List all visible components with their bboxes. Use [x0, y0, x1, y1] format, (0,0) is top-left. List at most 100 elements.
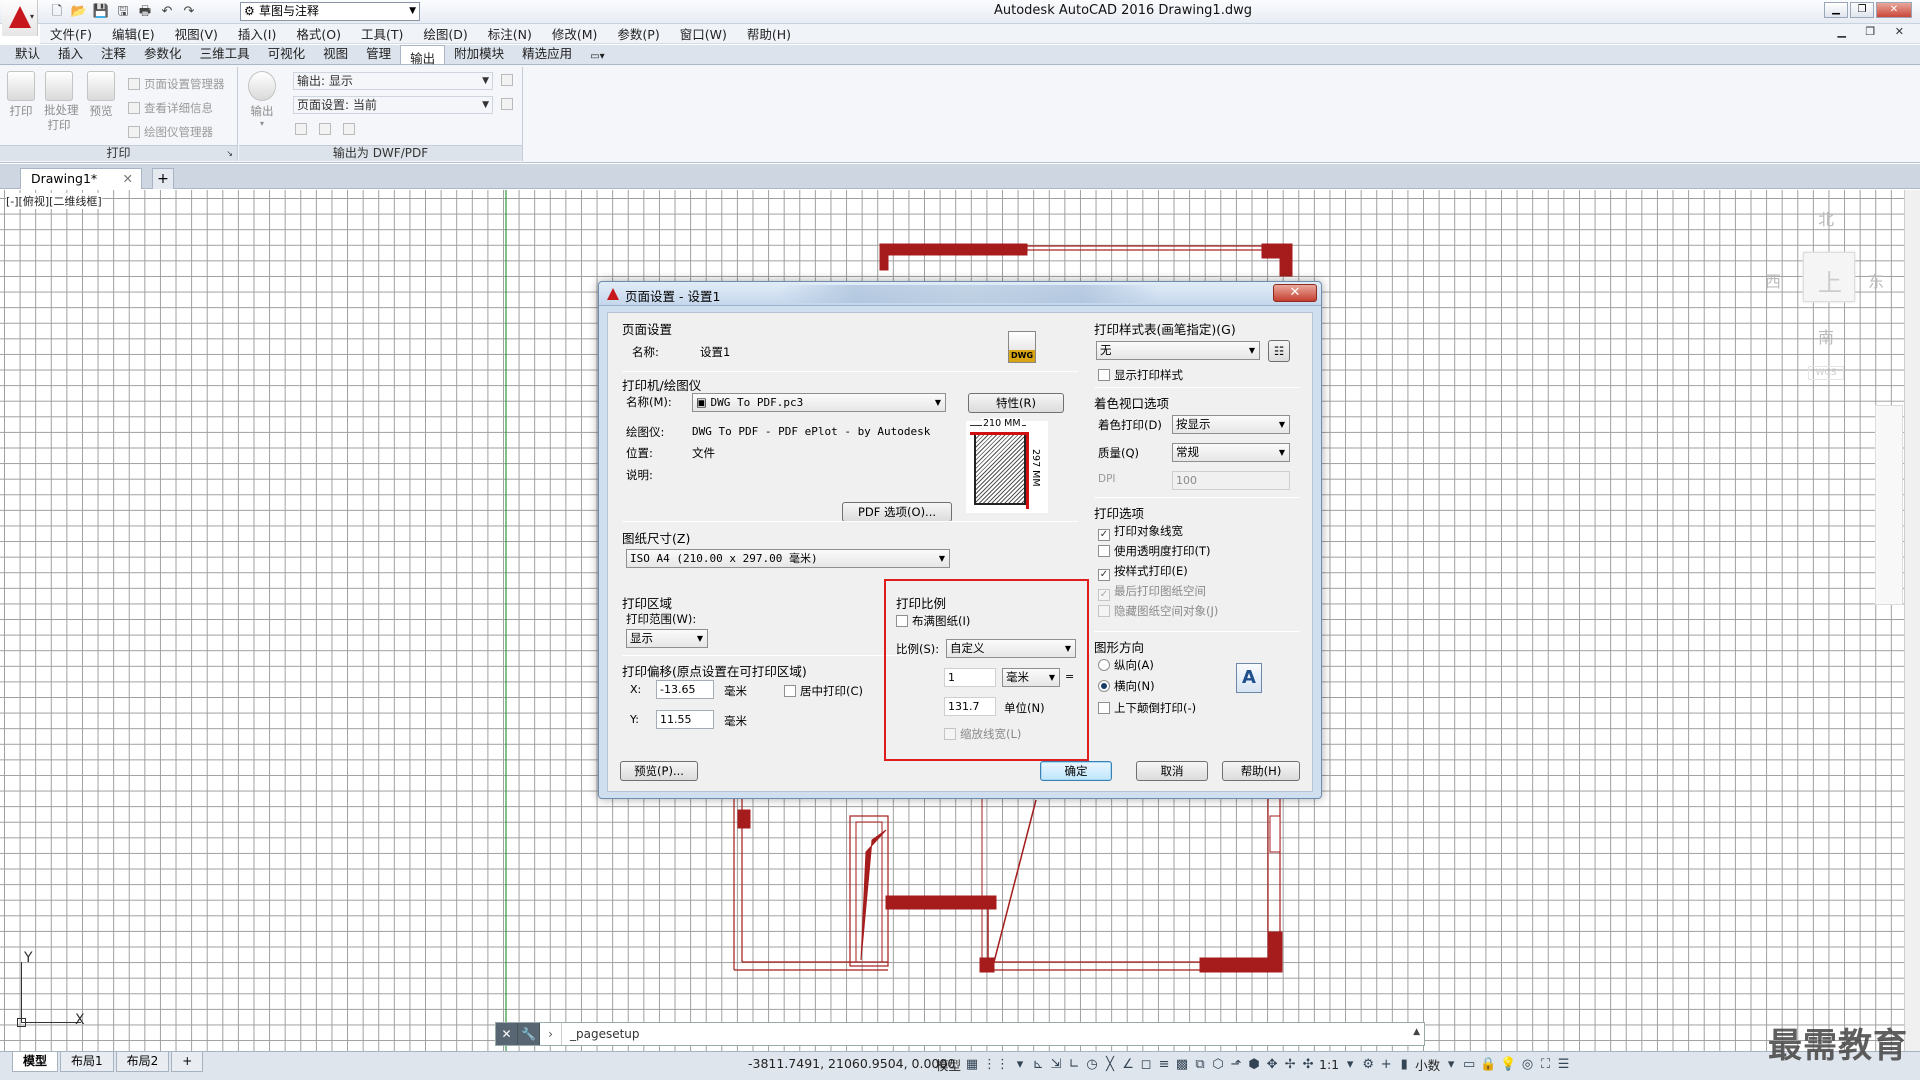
export-button[interactable]: 输出 ▾ — [247, 71, 277, 128]
menu-item[interactable]: 帮助(H) — [737, 24, 801, 43]
export-combo[interactable]: 输出: 显示 ▼ — [293, 72, 493, 90]
new-icon[interactable]: 🗋 — [48, 3, 66, 21]
ribbon-tab[interactable]: 精选应用 — [513, 41, 581, 64]
object-snap-icon[interactable]: ◻ — [1139, 1057, 1153, 1072]
3d-osnap-icon[interactable]: ⬡ — [1211, 1057, 1225, 1072]
landscape-radio[interactable]: 横向(N) — [1098, 678, 1155, 694]
show-plot-styles-checkbox[interactable]: 显示打印样式 — [1098, 367, 1183, 383]
annotation-visibility-icon[interactable]: ✢ — [1283, 1057, 1297, 1072]
dialog-launcher-icon[interactable]: ↘ — [226, 146, 233, 161]
plot-option-checkbox[interactable]: ✓ 最后打印图纸空间 — [1098, 583, 1206, 601]
annotation-monitor-icon[interactable]: + — [1379, 1057, 1393, 1072]
quality-select[interactable]: 常规 ▼ — [1172, 443, 1290, 462]
view-details-button[interactable]: 查看详细信息 — [128, 100, 213, 116]
isodraft-icon[interactable]: ╳ — [1103, 1057, 1117, 1072]
clean-screen-icon[interactable]: ⛶ — [1539, 1057, 1553, 1072]
offset-x-input[interactable]: -13.65 — [656, 680, 714, 699]
model-export-icon[interactable] — [343, 122, 359, 136]
ribbon-tab[interactable]: 可视化 — [259, 41, 315, 64]
menu-item[interactable]: 窗口(W) — [670, 24, 737, 43]
model-space-toggle[interactable]: 模型 — [936, 1055, 961, 1074]
add-layout-button[interactable]: + — [171, 1052, 204, 1072]
quick-properties-icon[interactable]: ▭ — [1462, 1057, 1476, 1072]
units-selector[interactable]: 小数 — [1415, 1055, 1440, 1074]
selection-filter-icon[interactable]: ⬢ — [1247, 1057, 1261, 1072]
ribbon-tab[interactable]: 默认 — [6, 41, 49, 64]
plot-range-select[interactable]: 显示 ▼ — [626, 629, 708, 648]
document-window-controls[interactable]: ▁ ❐ ✕ — [1837, 25, 1912, 38]
dpi-input[interactable]: 100 — [1172, 471, 1290, 490]
hardware-acceleration-icon[interactable]: ◎ — [1521, 1057, 1535, 1072]
preview-small-icon[interactable] — [295, 122, 311, 136]
portrait-radio[interactable]: 纵向(A) — [1098, 657, 1154, 673]
page-setup-manager-button[interactable]: 页面设置管理器 — [128, 76, 225, 92]
ribbon-minimize-icon[interactable]: ▭▾ — [581, 49, 613, 64]
redo-icon[interactable]: ↷ — [180, 3, 198, 21]
paper-size-select[interactable]: ISO A4 (210.00 x 297.00 毫米) ▼ — [626, 549, 950, 568]
customize-icon[interactable]: ☰ — [1557, 1057, 1571, 1072]
doc-tab-drawing1[interactable]: Drawing1* ✕ — [20, 168, 142, 189]
ribbon-tab[interactable]: 视图 — [314, 41, 357, 64]
viewport-label[interactable]: [-][俯视][二维线框] — [6, 193, 102, 209]
application-menu-button[interactable]: ▾ — [2, 0, 38, 36]
ortho-icon[interactable]: ∟ — [1067, 1057, 1081, 1072]
close-icon[interactable]: ✕ — [123, 169, 133, 189]
ribbon-tab[interactable]: 三维工具 — [191, 41, 259, 64]
compass-north[interactable]: 北 — [1818, 206, 1834, 230]
transparency-icon[interactable]: ▩ — [1175, 1057, 1189, 1072]
plot-style-select[interactable]: 无 ▼ — [1096, 341, 1260, 360]
snap-icon[interactable]: ⋮⋮ — [983, 1057, 1009, 1072]
coordinates-readout[interactable]: -3811.7491, 21060.9504, 0.0000 — [748, 1056, 955, 1071]
workspace-gear-icon[interactable]: ⚙ — [1361, 1057, 1375, 1072]
viewcube[interactable]: 上 — [1803, 252, 1855, 302]
plot-button[interactable]: 打印 — [6, 71, 36, 119]
plotter-manager-button[interactable]: 绘图仪管理器 — [128, 124, 213, 140]
viewcube-top-face[interactable]: 上 — [1818, 263, 1842, 298]
new-tab-button[interactable]: + — [152, 168, 174, 189]
annotation-scale[interactable]: 1:1 — [1319, 1057, 1339, 1072]
command-line[interactable]: ✕ 🔧 › _pagesetup ▲ — [495, 1022, 1425, 1046]
center-plot-checkbox[interactable]: 居中打印(C) — [784, 683, 863, 699]
properties-button[interactable]: 特性(R) — [968, 393, 1064, 413]
layout-tab[interactable]: 布局1 — [60, 1052, 114, 1072]
chevron-down-icon[interactable]: ▾ — [1444, 1057, 1458, 1072]
shade-plot-select[interactable]: 按显示 ▼ — [1172, 415, 1290, 434]
layout-tab[interactable]: 布局2 — [115, 1052, 170, 1072]
ok-button[interactable]: 确定 — [1040, 761, 1112, 781]
minimize-button[interactable]: ▁ — [1824, 2, 1848, 18]
compass-west[interactable]: 西 — [1765, 268, 1781, 292]
lock-ui-icon[interactable]: 🔒 — [1480, 1057, 1496, 1072]
layout-export-icon[interactable] — [319, 122, 335, 136]
preview-button[interactable]: 预览(P)... — [620, 761, 698, 781]
navigation-bar[interactable] — [1875, 405, 1903, 605]
print-panel-title[interactable]: 打印 ↘ — [0, 145, 237, 161]
printer-name-select[interactable]: ▣ DWG To PDF.pc3 ▼ — [692, 393, 946, 412]
workspace-selector[interactable]: ⚙ 草图与注释 ▼ — [240, 2, 420, 21]
auto-scale-icon[interactable]: ✣ — [1301, 1057, 1315, 1072]
chevron-up-icon[interactable]: ▲ — [1413, 1027, 1420, 1037]
undo-icon[interactable]: ↶ — [158, 3, 176, 21]
ribbon-tab[interactable]: 注释 — [92, 41, 135, 64]
plot-option-checkbox[interactable]: 隐藏图纸空间对象(J) — [1098, 603, 1218, 619]
gizmo-icon[interactable]: ✥ — [1265, 1057, 1279, 1072]
preview-button[interactable]: 预览 — [86, 71, 116, 119]
polar-tracking-icon[interactable]: ◷ — [1085, 1057, 1099, 1072]
command-input[interactable]: _pagesetup — [562, 1027, 640, 1041]
ribbon-tab[interactable]: 插入 — [49, 41, 92, 64]
wrench-icon[interactable]: 🔧 — [518, 1023, 540, 1045]
isolate-objects-icon[interactable]: 💡 — [1500, 1057, 1516, 1072]
ribbon-tab[interactable]: 输出 — [400, 45, 446, 66]
ribbon-tab[interactable]: 管理 — [357, 41, 400, 64]
grid-icon[interactable]: ▦ — [965, 1057, 979, 1072]
dynamic-ucs-icon[interactable]: ⬏ — [1229, 1057, 1243, 1072]
page-setup-combo[interactable]: 页面设置: 当前 ▼ — [293, 96, 493, 114]
infer-constraints-icon[interactable]: ⊾ — [1031, 1057, 1045, 1072]
dialog-title-bar[interactable]: 页面设置 - 设置1 ✕ — [599, 282, 1321, 306]
help-button[interactable]: 帮助(H) — [1222, 761, 1300, 781]
layout-tab[interactable]: 模型 — [12, 1052, 59, 1072]
print-icon[interactable]: 🖶 — [136, 3, 154, 21]
chevron-down-icon[interactable]: ▾ — [1013, 1057, 1027, 1072]
chevron-down-icon[interactable]: ▾ — [1343, 1057, 1357, 1072]
close-icon[interactable]: ✕ — [496, 1023, 518, 1045]
ribbon-tab[interactable]: 参数化 — [135, 41, 191, 64]
